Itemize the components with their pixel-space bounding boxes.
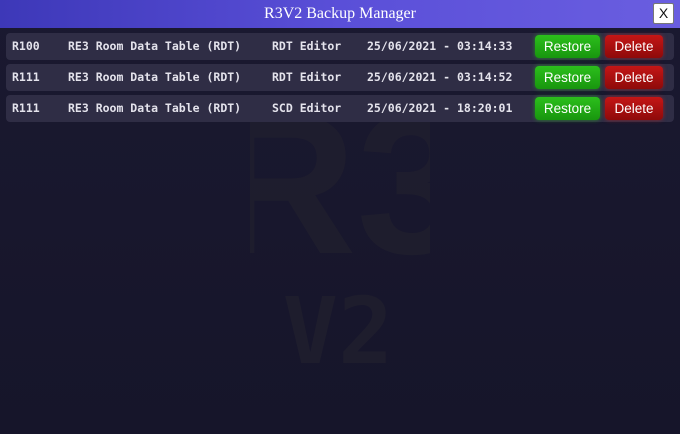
editor-name: RDT Editor — [272, 70, 342, 84]
restore-button[interactable]: Restore — [535, 97, 600, 120]
backup-row: R100 RE3 Room Data Table (RDT) RDT Edito… — [6, 33, 674, 60]
backup-manager-window: R3V2 Backup Manager X R3 V2 R100 RE3 Roo… — [0, 0, 680, 434]
backup-timestamp: 25/06/2021 - 03:14:52 — [367, 70, 513, 84]
r3v2-logo-watermark: R3 V2 — [250, 105, 430, 375]
logo-v2-text: V2 — [283, 278, 394, 375]
backup-row: R111 RE3 Room Data Table (RDT) SCD Edito… — [6, 95, 674, 122]
backup-timestamp: 25/06/2021 - 03:14:33 — [367, 39, 513, 53]
window-title: R3V2 Backup Manager — [264, 5, 416, 22]
room-id: R111 — [12, 101, 40, 115]
room-id: R100 — [12, 39, 40, 53]
restore-button[interactable]: Restore — [535, 35, 600, 58]
close-button[interactable]: X — [653, 3, 674, 24]
backup-list: R100 RE3 Room Data Table (RDT) RDT Edito… — [6, 33, 674, 126]
logo-r3-text: R3 — [250, 105, 430, 296]
title-bar: R3V2 Backup Manager X — [0, 0, 680, 28]
backup-timestamp: 25/06/2021 - 18:20:01 — [367, 101, 513, 115]
room-id: R111 — [12, 70, 40, 84]
delete-button[interactable]: Delete — [605, 97, 663, 120]
file-type: RE3 Room Data Table (RDT) — [68, 39, 242, 53]
file-type: RE3 Room Data Table (RDT) — [68, 70, 242, 84]
delete-button[interactable]: Delete — [605, 35, 663, 58]
editor-name: RDT Editor — [272, 39, 342, 53]
editor-name: SCD Editor — [272, 101, 342, 115]
restore-button[interactable]: Restore — [535, 66, 600, 89]
file-type: RE3 Room Data Table (RDT) — [68, 101, 242, 115]
backup-row: R111 RE3 Room Data Table (RDT) RDT Edito… — [6, 64, 674, 91]
delete-button[interactable]: Delete — [605, 66, 663, 89]
